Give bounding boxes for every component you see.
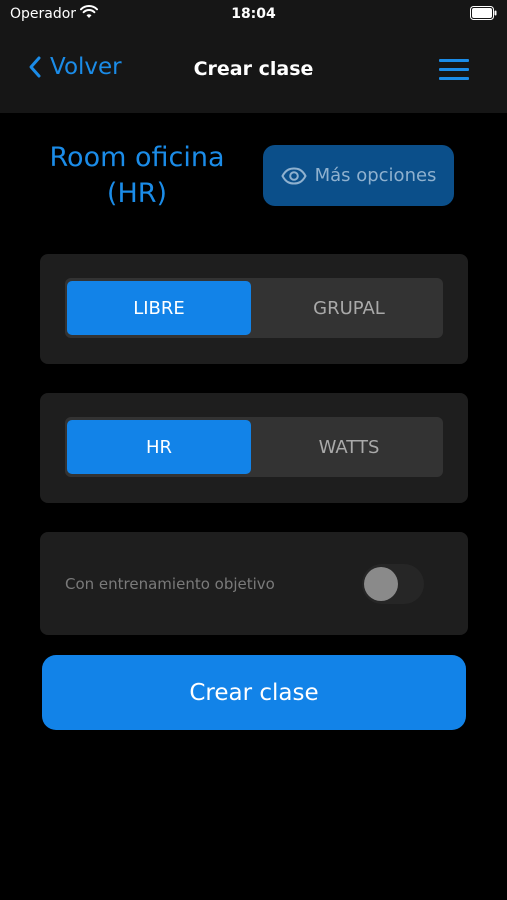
objective-training-toggle[interactable] <box>362 564 424 604</box>
objective-training-label: Con entrenamiento objetivo <box>65 575 275 593</box>
class-type-card: LIBRE GRUPAL <box>40 254 468 364</box>
objective-training-card: Con entrenamiento objetivo <box>40 532 468 635</box>
metric-watts-option[interactable]: WATTS <box>257 420 441 474</box>
room-mode: (HR) <box>106 178 168 209</box>
class-type-grupal-option[interactable]: GRUPAL <box>257 281 441 335</box>
metric-selector: HR WATTS <box>65 417 443 477</box>
status-time: 18:04 <box>231 6 276 22</box>
more-options-label: Más opciones <box>314 165 437 186</box>
eye-icon <box>280 166 307 185</box>
battery-icon <box>470 6 497 20</box>
class-type-selector: LIBRE GRUPAL <box>65 278 443 338</box>
room-name: Room oficina <box>49 142 225 173</box>
metric-card: HR WATTS <box>40 393 468 503</box>
class-type-libre-option[interactable]: LIBRE <box>67 281 251 335</box>
toggle-knob <box>364 567 398 601</box>
more-options-button[interactable]: Más opciones <box>263 145 454 206</box>
status-bar: Operador 18:04 <box>0 0 507 28</box>
create-class-button[interactable]: Crear clase <box>42 655 466 730</box>
room-title: Room oficina (HR) <box>28 140 246 212</box>
page-title: Crear clase <box>193 58 314 80</box>
metric-hr-option[interactable]: HR <box>67 420 251 474</box>
hamburger-menu-icon[interactable] <box>439 59 469 80</box>
navigation-bar: Volver Crear clase <box>0 28 507 113</box>
